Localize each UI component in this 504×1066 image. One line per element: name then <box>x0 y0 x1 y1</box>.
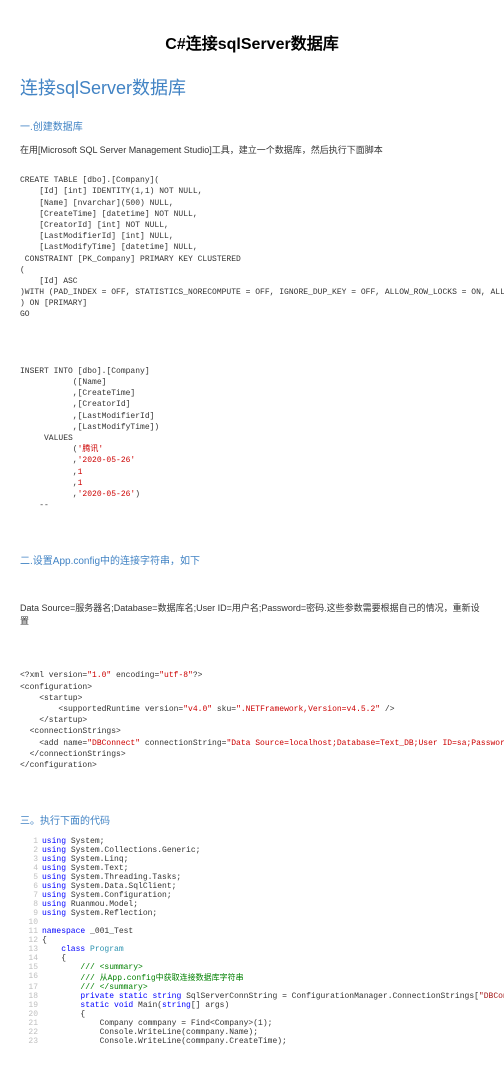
section2-desc: Data Source=服务器名;Database=数据库名;User ID=用… <box>20 601 484 627</box>
code-line: 7using System.Configuration; <box>20 891 484 900</box>
code-line: 4using System.Text; <box>20 864 484 873</box>
code-line: 13 class Program <box>20 945 484 954</box>
code-line: 21 Company commpany = Find<Company>(1); <box>20 1019 484 1028</box>
code-line: 1using System; <box>20 837 484 846</box>
code-line: 22 Console.WriteLine(commpany.Name); <box>20 1028 484 1037</box>
code-line: 10 <box>20 918 484 927</box>
code-line: 3using System.Linq; <box>20 855 484 864</box>
code-line: 14 { <box>20 954 484 963</box>
code-line: 6using System.Data.SqlClient; <box>20 882 484 891</box>
csharp-code: 1using System;2using System.Collections.… <box>20 837 484 1046</box>
code-line: 2using System.Collections.Generic; <box>20 846 484 855</box>
main-heading: 连接sqlServer数据库 <box>20 74 484 100</box>
section2-header: 二.设置App.config中的连接字符串，如下 <box>20 552 484 567</box>
code-line: 15 /// <summary> <box>20 963 484 972</box>
code-line: 19 static void Main(string[] args) <box>20 1001 484 1010</box>
code-line: 11namespace _001_Test <box>20 927 484 936</box>
xml-config: <?xml version="1.0" encoding="utf-8"?> <… <box>20 659 484 771</box>
sql-insert: INSERT INTO [dbo].[Company] ([Name] ,[Cr… <box>20 355 484 512</box>
page-title: C#连接sqlServer数据库 <box>20 30 484 54</box>
code-line: 23 Console.WriteLine(commpany.CreateTime… <box>20 1037 484 1046</box>
section3-header: 三。执行下面的代码 <box>20 812 484 827</box>
code-line: 5using System.Threading.Tasks; <box>20 873 484 882</box>
section1-desc: 在用[Microsoft SQL Server Management Studi… <box>20 143 484 156</box>
code-line: 18 private static string SqlServerConnSt… <box>20 992 484 1001</box>
code-line: 9using System.Reflection; <box>20 909 484 918</box>
code-line: 16 /// 从App.config中获取连接数据库字符串 <box>20 972 484 983</box>
section1-header: 一.创建数据库 <box>20 118 484 133</box>
code-line: 8using Ruanmou.Model; <box>20 900 484 909</box>
sql-create-table: CREATE TABLE [dbo].[Company]( [Id] [int]… <box>20 164 484 321</box>
code-line: 12{ <box>20 936 484 945</box>
code-line: 20 { <box>20 1010 484 1019</box>
code-line: 17 /// </summary> <box>20 983 484 992</box>
